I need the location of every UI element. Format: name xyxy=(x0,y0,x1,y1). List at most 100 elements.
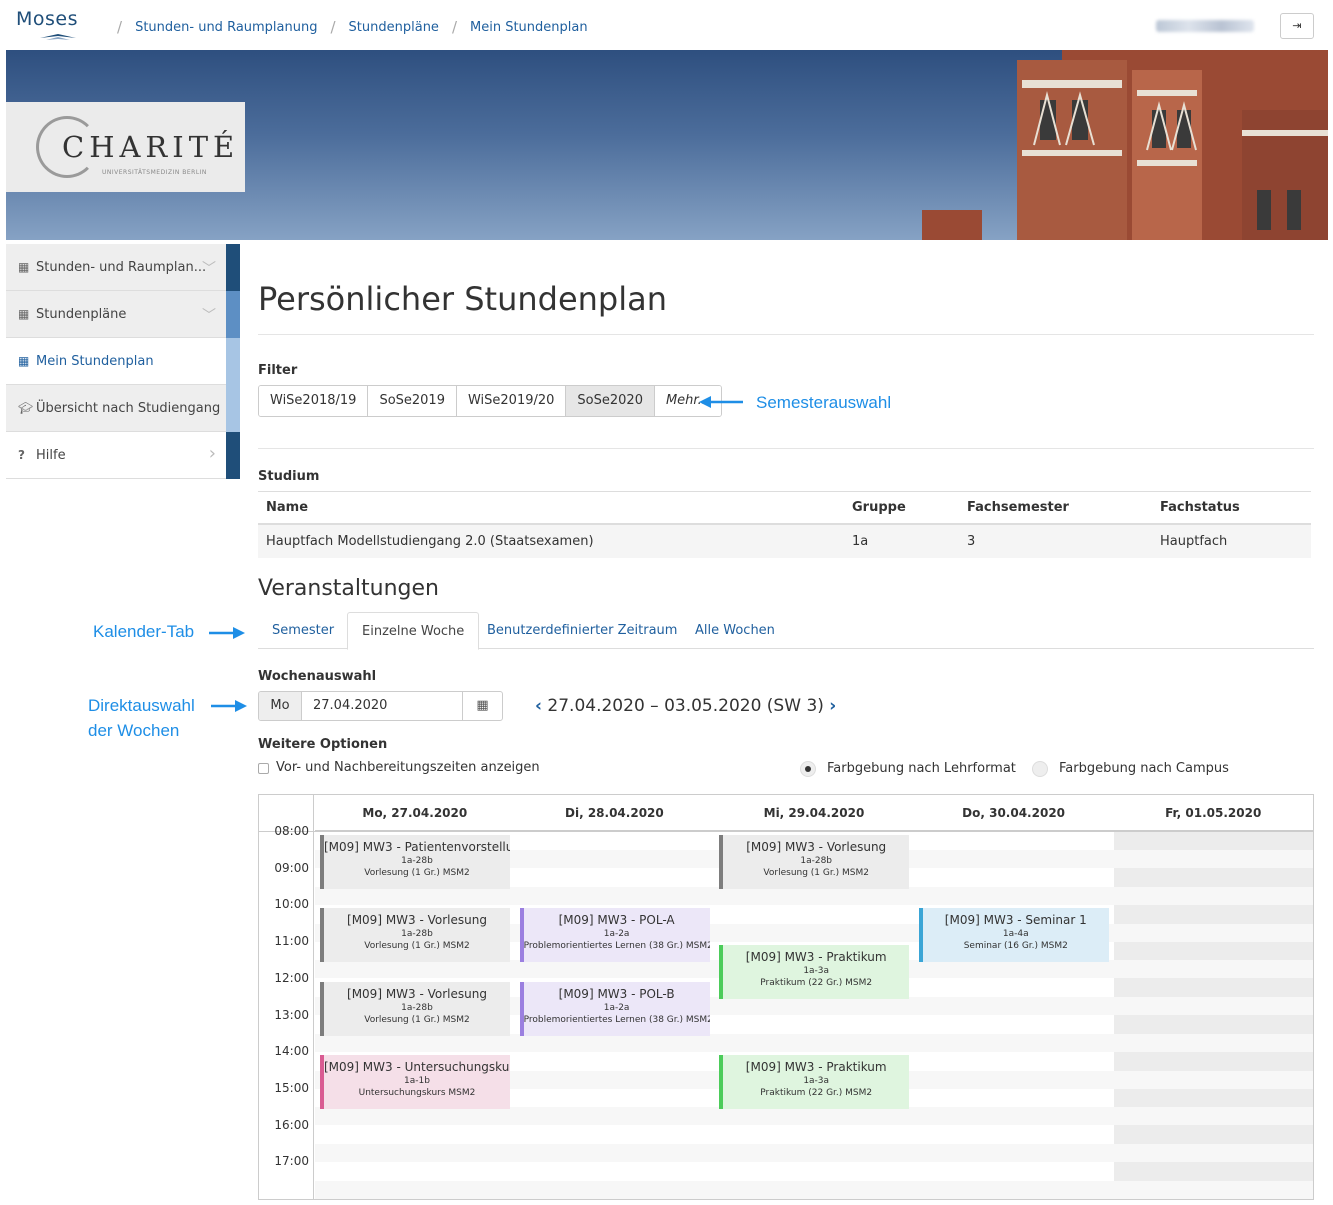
page-title: Persönlicher Stundenplan xyxy=(258,280,667,318)
column-header-name: Name xyxy=(258,491,844,525)
top-navbar: Moses / Stunden- und Raumplanung / Stund… xyxy=(0,0,1333,50)
week-range-text: 27.04.2020 – 03.05.2020 (SW 3) xyxy=(547,696,824,716)
event-title: [M09] MW3 - Vorlesung xyxy=(746,840,887,854)
event-group: 1a-3a xyxy=(803,1076,830,1087)
semester-button-wise2018-19[interactable]: WiSe2018/19 xyxy=(259,386,369,416)
day-header: Do, 30.04.2020 xyxy=(913,795,1114,831)
event-title: [M09] MW3 - Praktikum xyxy=(745,1060,887,1075)
event-group: 1a-2a xyxy=(603,1002,630,1013)
chevron-left-icon[interactable]: ‹ xyxy=(535,696,542,716)
sign-out-icon: ⇥ xyxy=(1292,19,1302,32)
time-label: 10:00 xyxy=(274,897,309,912)
calendar-icon: ▦ xyxy=(18,260,30,274)
studium-label: Studium xyxy=(258,469,320,484)
time-label: 09:00 xyxy=(274,860,309,875)
week-date-picker: Mo 27.04.2020 ▦ xyxy=(258,691,503,721)
weitere-optionen-label: Weitere Optionen xyxy=(258,737,388,752)
tab-einzelne-woche[interactable]: Einzelne Woche xyxy=(347,612,480,650)
sidebar: ▦ Stunden- und Raumplan... ﹀ ▦ Stundenpl… xyxy=(6,244,240,479)
event-group: 1a-1b xyxy=(404,1076,430,1087)
event-type: Praktikum (22 Gr.) MSM2 xyxy=(760,1088,873,1099)
event-group: 1a-28b xyxy=(800,856,833,866)
calendar-event[interactable]: [M09] MW3 - Seminar 1 1a-4a Seminar (16 Gr… xyxy=(918,908,1109,963)
tab-alle-wochen[interactable]: Alle Wochen xyxy=(681,612,789,649)
calendar-event[interactable]: [M09] MW3 - POL-A 1a-2a Problemorientierte… xyxy=(519,908,710,963)
column-header-fachsemester: Fachsemester xyxy=(959,491,1152,525)
calendar-event[interactable]: [M09] MW3 - Patientenvorstellung 1a-28b Vo… xyxy=(320,835,510,889)
event-title: [M09] MW3 - Patientenvorstellung xyxy=(324,840,510,854)
column-header-fachstatus: Fachstatus xyxy=(1152,491,1311,525)
breadcrumb-item-mein-stundenplan[interactable]: Mein Stundenplan xyxy=(470,20,588,35)
time-gutter xyxy=(259,795,314,1199)
time-label: 16:00 xyxy=(274,1117,309,1132)
calendar-event[interactable]: [M09] MW3 - Praktikum 1a-3a Praktikum (22 … xyxy=(719,1055,910,1110)
week-calendar: Mo, 27.04.2020 Di, 28.04.2020 Mi, 29.04.20… xyxy=(258,794,1314,1200)
chevron-down-icon: ﹀ xyxy=(202,308,216,324)
farbgebung-campus-label: Farbgebung nach Campus xyxy=(1059,761,1229,776)
sidebar-item-stundenplaene[interactable]: ▦ Stundenpläne ﹀ xyxy=(6,291,240,338)
chevron-down-icon: ﹀ xyxy=(202,261,216,277)
event-title: [M09] MW3 - Vorlesung xyxy=(347,986,487,1001)
calendar-icon[interactable]: ▦ xyxy=(462,692,502,720)
event-group: 1a-28b xyxy=(401,1002,433,1013)
annotation-kalender-tab: Kalender-Tab xyxy=(93,622,195,641)
veranstaltungen-heading: Veranstaltungen xyxy=(258,576,439,601)
day-header: Di, 28.04.2020 xyxy=(514,795,715,831)
calendar-event[interactable]: [M09] MW3 - Vorlesung 1a-28b Vorlesung (1 … xyxy=(320,908,510,963)
vor-nachbereitung-checkbox[interactable] xyxy=(258,763,269,774)
annotation-semesterauswahl: Semesterauswahl xyxy=(756,393,892,412)
event-type: Seminar (16 Gr.) MSM2 xyxy=(963,941,1068,952)
vor-nachbereitung-label: Vor- und Nachbereitungszeiten anzeigen xyxy=(276,760,540,775)
event-title: [M09] MW3 - Untersuchungskurs xyxy=(324,1060,510,1075)
event-type: Untersuchungskurs MSM2 xyxy=(358,1088,476,1099)
event-type: Vorlesung (1 Gr.) MSM2 xyxy=(364,868,470,878)
event-type: Vorlesung (1 Gr.) MSM2 xyxy=(364,941,470,952)
sidebar-item-uebersicht-studiengang[interactable]: 🎓︎ Übersicht nach Studiengang xyxy=(6,385,240,432)
chevron-right-icon[interactable]: › xyxy=(829,696,836,716)
time-label: 11:00 xyxy=(274,934,309,949)
table-row: Hauptfach Modellstudiengang 2.0 (Staatse… xyxy=(258,524,1311,558)
tab-bar: Semester Einzelne Woche Benutzerdefinier… xyxy=(258,612,1314,650)
event-title: [M09] MW3 - Praktikum xyxy=(745,950,887,965)
semester-button-sose2020[interactable]: SoSe2020 xyxy=(566,386,655,416)
annotation-der-wochen: der Wochen xyxy=(88,721,180,740)
calendar-event[interactable]: [M09] MW3 - POL-B 1a-2a Problemorientierte… xyxy=(519,981,710,1036)
sidebar-item-mein-stundenplan[interactable]: ▦ Mein Stundenplan xyxy=(6,338,240,385)
event-type: Vorlesung (1 Gr.) MSM2 xyxy=(364,1014,470,1025)
time-label: 12:00 xyxy=(274,970,309,985)
tab-semester[interactable]: Semester xyxy=(258,612,348,649)
sidebar-item-stunden-raumplanung[interactable]: ▦ Stunden- und Raumplan... ﹀ xyxy=(6,244,240,291)
studium-table: Name Gruppe Fachsemester Fachstatus Haup… xyxy=(258,491,1311,558)
breadcrumb-item-stunden-raumplanung[interactable]: Stunden- und Raumplanung xyxy=(135,20,317,35)
farbgebung-lehrformat-label: Farbgebung nach Lehrformat xyxy=(827,761,1016,776)
calendar-icon: ▦ xyxy=(18,307,30,321)
day-header: Mo, 27.04.2020 xyxy=(315,795,515,831)
event-title: [M09] MW3 - Vorlesung xyxy=(347,913,487,928)
time-label: 13:00 xyxy=(274,1007,309,1022)
breadcrumb: / Stunden- und Raumplanung / Stundenplän… xyxy=(117,18,588,36)
farbgebung-lehrformat-radio[interactable] xyxy=(800,761,816,777)
farbgebung-campus-radio[interactable] xyxy=(1032,761,1048,777)
breadcrumb-item-stundenplaene[interactable]: Stundenpläne xyxy=(349,20,439,35)
event-type: Problemorientiertes Lernen (38 Gr.) MSM2 xyxy=(523,941,710,952)
time-label: 14:00 xyxy=(274,1044,309,1059)
tab-benutzerdefinierter-zeitraum[interactable]: Benutzerdefinierter Zeitraum xyxy=(473,612,691,649)
calendar-event[interactable]: [M09] MW3 - Vorlesung 1a-28b Vorlesung (1 … xyxy=(320,981,510,1036)
header-banner: CHARITÉ UNIVERSITÄTSMEDIZIN BERLIN xyxy=(6,50,1328,240)
moses-logo[interactable]: Moses xyxy=(16,8,78,40)
calendar-event[interactable]: [M09] MW3 - Vorlesung 1a-28b Vorlesung (1 … xyxy=(719,835,910,889)
week-date-input[interactable]: 27.04.2020 xyxy=(302,692,462,720)
time-label: 08:00 xyxy=(274,824,309,838)
event-title: [M09] MW3 - Seminar 1 xyxy=(944,913,1087,928)
sidebar-item-hilfe[interactable]: ? Hilfe › xyxy=(6,432,240,479)
calendar-event[interactable]: [M09] MW3 - Praktikum 1a-3a Praktikum (22 … xyxy=(719,945,910,1000)
time-label: 17:00 xyxy=(274,1154,309,1169)
event-title: [M09] MW3 - POL-B xyxy=(558,986,675,1001)
event-group: 1a-4a xyxy=(1002,929,1029,940)
semester-button-sose2019[interactable]: SoSe2019 xyxy=(368,386,457,416)
question-icon: ? xyxy=(18,448,25,462)
calendar-event[interactable]: [M09] MW3 - Untersuchungskurs 1a-1b Unters… xyxy=(320,1055,510,1110)
user-name-blurred[interactable] xyxy=(1156,20,1254,32)
logout-button[interactable]: ⇥ xyxy=(1280,13,1314,39)
semester-button-wise2019-20[interactable]: WiSe2019/20 xyxy=(456,386,567,416)
